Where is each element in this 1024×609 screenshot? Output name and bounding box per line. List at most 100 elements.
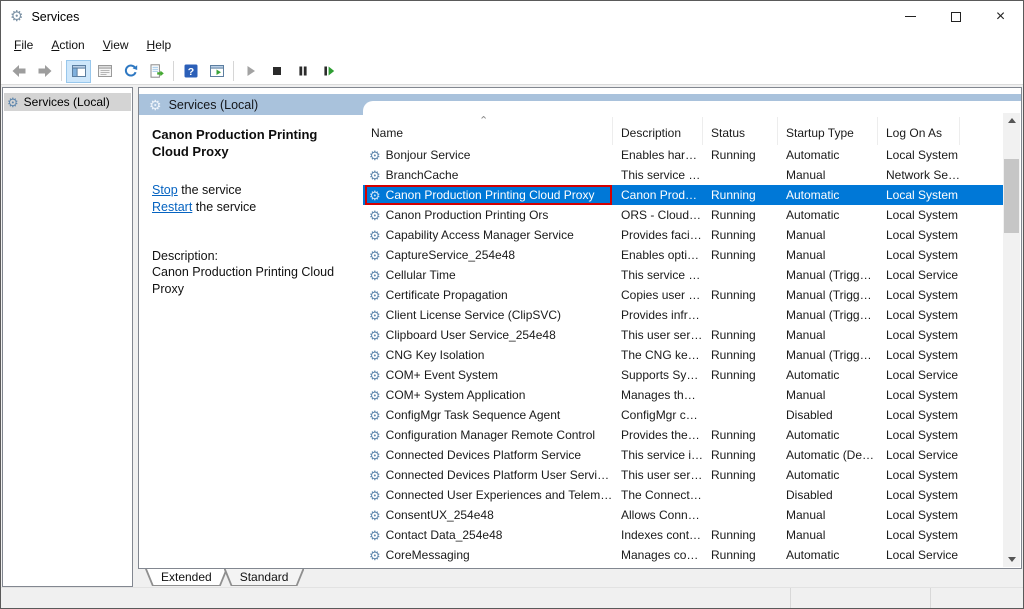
title-bar: ⚙ Services × — [1, 1, 1023, 32]
service-gear-icon: ⚙ — [369, 449, 381, 462]
table-row[interactable]: ⚙ ConsentUX_254e48 Allows Conn… Manual L… — [363, 505, 1003, 525]
restart-service-button[interactable] — [316, 60, 341, 83]
service-logon: Local Service — [878, 548, 960, 562]
minimize-button[interactable] — [888, 1, 933, 32]
status-bar-panel — [1, 588, 790, 608]
services-rows: ⚙ Bonjour Service Enables har… Running A… — [363, 145, 1003, 565]
column-header-filler — [960, 117, 1003, 145]
service-status: Running — [703, 528, 778, 542]
description-label: Description: — [152, 249, 353, 263]
service-gear-icon: ⚙ — [369, 229, 381, 242]
tab-extended[interactable]: Extended — [145, 569, 228, 586]
forward-icon — [37, 63, 53, 79]
table-row[interactable]: ⚙ BranchCache This service … Manual Netw… — [363, 165, 1003, 185]
service-description: Manages th… — [613, 388, 703, 402]
menu-file[interactable]: File — [5, 34, 42, 56]
description-text: Canon Production Printing Cloud Proxy — [152, 264, 360, 298]
table-row[interactable]: ⚙ Configuration Manager Remote Control P… — [363, 425, 1003, 445]
service-gear-icon: ⚙ — [369, 409, 381, 422]
tab-standard[interactable]: Standard — [224, 569, 305, 586]
table-row[interactable]: ⚙ Clipboard User Service_254e48 This use… — [363, 325, 1003, 345]
menu-bar: File Action View Help — [1, 32, 1023, 58]
table-row[interactable]: ⚙ COM+ System Application Manages th… Ma… — [363, 385, 1003, 405]
table-row[interactable]: ⚙ CaptureService_254e48 Enables opti… Ru… — [363, 245, 1003, 265]
services-window: ⚙ Services × File Action View Help — [0, 0, 1024, 609]
minimize-icon — [905, 16, 916, 17]
help-button[interactable]: ? — [178, 60, 203, 83]
table-row[interactable]: ⚙ ConfigMgr Task Sequence Agent ConfigMg… — [363, 405, 1003, 425]
table-row[interactable]: ⚙ Canon Production Printing Cloud Proxy … — [363, 185, 1003, 205]
table-row[interactable]: ⚙ Connected Devices Platform Service Thi… — [363, 445, 1003, 465]
pause-service-button[interactable] — [290, 60, 315, 83]
table-row[interactable]: ⚙ Connected User Experiences and Telem… … — [363, 485, 1003, 505]
service-startup-type: Manual — [778, 528, 878, 542]
show-action-pane-button[interactable] — [204, 60, 229, 83]
export-list-icon — [149, 63, 165, 79]
export-list-button[interactable] — [144, 60, 169, 83]
back-button[interactable] — [6, 60, 31, 83]
service-name: Connected Devices Platform User Servi… — [386, 468, 609, 482]
service-logon: Local System — [878, 388, 960, 402]
start-service-button[interactable] — [238, 60, 263, 83]
properties-button[interactable] — [92, 60, 117, 83]
table-row[interactable]: ⚙ CoreMessaging Manages co… Running Auto… — [363, 545, 1003, 565]
maximize-button[interactable] — [933, 1, 978, 32]
service-startup-type: Automatic — [778, 468, 878, 482]
service-description: This service … — [613, 168, 703, 182]
menu-action[interactable]: Action — [42, 34, 93, 56]
service-gear-icon: ⚙ — [369, 169, 381, 182]
column-header-startup-type[interactable]: Startup Type — [778, 117, 878, 145]
selected-service-title: Canon Production Printing Cloud Proxy — [152, 126, 353, 160]
table-row[interactable]: ⚙ Certificate Propagation Copies user … … — [363, 285, 1003, 305]
table-row[interactable]: ⚙ Client License Service (ClipSVC) Provi… — [363, 305, 1003, 325]
scroll-up-button[interactable] — [1003, 113, 1020, 128]
service-gear-icon: ⚙ — [369, 349, 381, 362]
scrollbar-thumb[interactable] — [1004, 159, 1019, 233]
service-status: Running — [703, 228, 778, 242]
service-description: Manages co… — [613, 548, 703, 562]
service-description: This user ser… — [613, 468, 703, 482]
restart-service-link[interactable]: Restart — [152, 200, 192, 214]
back-icon — [11, 63, 27, 79]
vertical-scrollbar[interactable] — [1003, 113, 1020, 567]
table-row[interactable]: ⚙ Contact Data_254e48 Indexes cont… Runn… — [363, 525, 1003, 545]
service-startup-type: Automatic — [778, 188, 878, 202]
stop-service-link[interactable]: Stop — [152, 183, 178, 197]
pause-service-icon — [295, 63, 311, 79]
tree-item-services-local[interactable]: ⚙ Services (Local) — [4, 93, 131, 111]
column-header-log-on-as[interactable]: Log On As — [878, 117, 960, 145]
service-gear-icon: ⚙ — [369, 309, 381, 322]
service-startup-type: Automatic (De… — [778, 448, 878, 462]
show-console-tree-button[interactable] — [66, 60, 91, 83]
column-header-description[interactable]: Description — [613, 117, 703, 145]
stop-service-button[interactable] — [264, 60, 289, 83]
stop-service-icon — [269, 63, 285, 79]
service-name: CoreMessaging — [386, 548, 470, 562]
service-name: CaptureService_254e48 — [386, 248, 515, 262]
service-logon: Local System — [878, 308, 960, 322]
toolbar-separator — [61, 61, 62, 81]
services-pane: ⚙ Services (Local) Canon Production Prin… — [138, 87, 1022, 569]
table-row[interactable]: ⚙ Connected Devices Platform User Servi…… — [363, 465, 1003, 485]
table-row[interactable]: ⚙ COM+ Event System Supports Sy… Running… — [363, 365, 1003, 385]
status-bar-panel — [930, 588, 1023, 608]
service-startup-type: Manual (Trigg… — [778, 348, 878, 362]
table-row[interactable]: ⚙ Capability Access Manager Service Prov… — [363, 225, 1003, 245]
table-row[interactable]: ⚙ Canon Production Printing Ors ORS - Cl… — [363, 205, 1003, 225]
service-gear-icon: ⚙ — [369, 369, 381, 382]
table-row[interactable]: ⚙ CNG Key Isolation The CNG ke… Running … — [363, 345, 1003, 365]
menu-view[interactable]: View — [94, 34, 138, 56]
forward-button[interactable] — [32, 60, 57, 83]
show-action-pane-icon — [209, 63, 225, 79]
close-button[interactable]: × — [978, 1, 1023, 32]
table-row[interactable]: ⚙ Cellular Time This service … Manual (T… — [363, 265, 1003, 285]
scroll-down-button[interactable] — [1003, 552, 1020, 567]
service-gear-icon: ⚙ — [369, 249, 381, 262]
table-row[interactable]: ⚙ Bonjour Service Enables har… Running A… — [363, 145, 1003, 165]
column-header-status[interactable]: Status — [703, 117, 778, 145]
service-logon: Local System — [878, 328, 960, 342]
refresh-button[interactable] — [118, 60, 143, 83]
service-logon: Local System — [878, 348, 960, 362]
menu-help[interactable]: Help — [138, 34, 181, 56]
service-name: Canon Production Printing Ors — [386, 208, 549, 222]
